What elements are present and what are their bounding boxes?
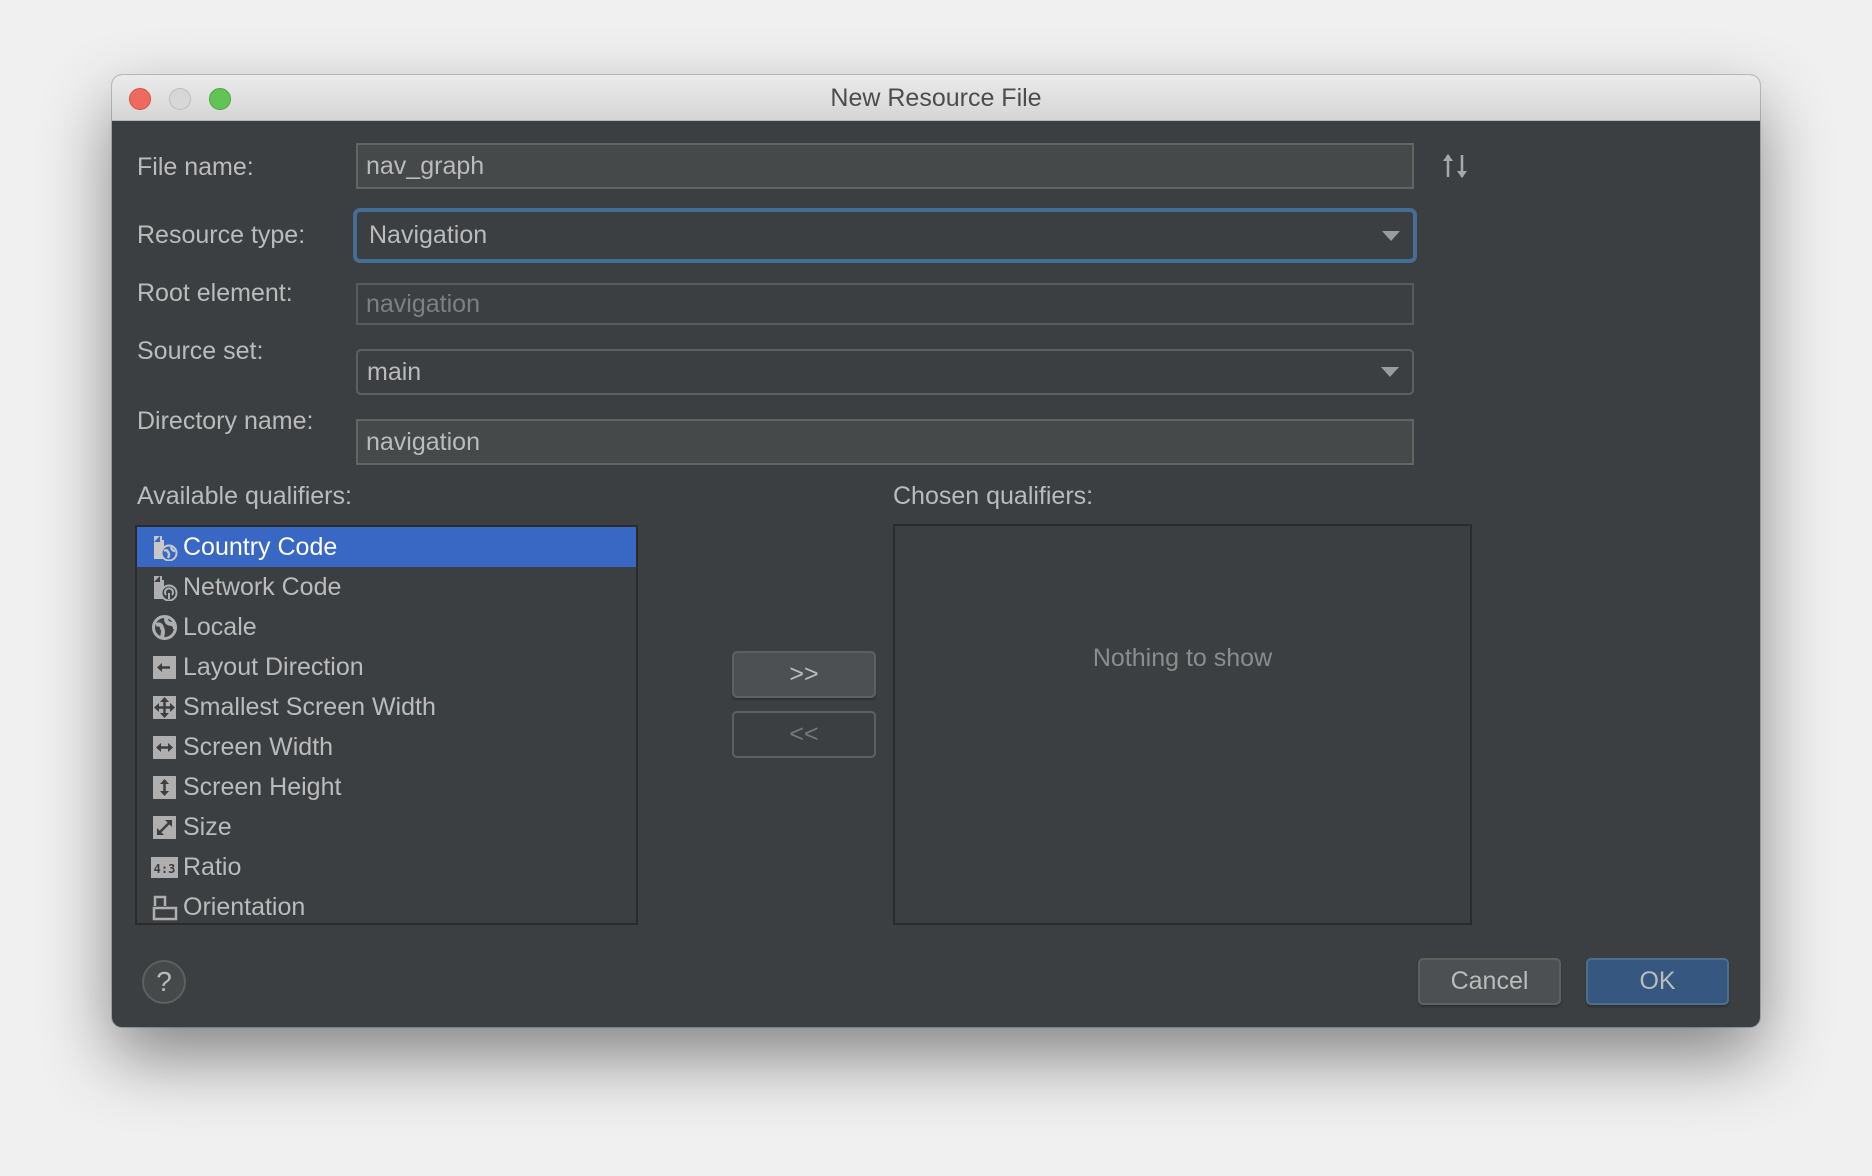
screen-width-icon [153, 735, 176, 759]
chosen-qualifiers-label: Chosen qualifiers: [893, 482, 1094, 510]
globe-icon [152, 614, 177, 640]
directory-name-input[interactable]: navigation [356, 419, 1414, 465]
list-item-network-code[interactable]: Network Code [137, 567, 636, 607]
source-set-dropdown[interactable]: main [356, 349, 1414, 395]
directory-name-value: navigation [366, 427, 480, 456]
file-name-value: nav_graph [366, 151, 485, 180]
resource-type-dropdown[interactable]: Navigation [353, 208, 1417, 263]
title-bar[interactable]: New Resource File [112, 75, 1760, 121]
layout-direction-icon [153, 655, 176, 679]
list-item-label: Screen Width [183, 732, 334, 761]
orientation-icon [152, 895, 178, 920]
file-name-input[interactable]: nav_graph [356, 143, 1414, 189]
root-element-value: navigation [366, 289, 480, 318]
file-name-label: File name: [137, 153, 254, 181]
sort-up-down-icon[interactable] [1440, 151, 1470, 181]
add-qualifier-label: >> [789, 660, 819, 688]
list-item-smallest-screen-width[interactable]: Smallest Screen Width [137, 687, 636, 727]
chevron-down-icon [1381, 367, 1399, 377]
ok-label: OK [1639, 967, 1676, 995]
remove-qualifier-label: << [789, 720, 819, 748]
list-item-label: Smallest Screen Width [183, 692, 436, 721]
add-qualifier-button[interactable]: >> [732, 651, 876, 698]
remove-qualifier-button[interactable]: << [732, 711, 876, 758]
list-item-label: Orientation [183, 892, 306, 921]
list-item-label: Size [183, 812, 232, 841]
smallest-screen-width-icon [153, 695, 176, 719]
ratio-icon: 4:3 [151, 856, 178, 878]
list-item-orientation[interactable]: Orientation [137, 887, 636, 927]
svg-text:4:3: 4:3 [154, 862, 176, 876]
network-code-icon [154, 575, 178, 601]
available-qualifiers-list[interactable]: Country Code Network Code Locale Layout … [135, 525, 638, 925]
empty-list-message: Nothing to show [1092, 644, 1273, 672]
list-item-layout-direction[interactable]: Layout Direction [137, 647, 636, 687]
screen-height-icon [153, 775, 176, 799]
cancel-button[interactable]: Cancel [1418, 958, 1561, 1005]
new-resource-file-dialog: New Resource File File name: nav_graph R… [112, 75, 1760, 1027]
available-qualifiers-label: Available qualifiers: [137, 482, 352, 510]
size-icon [153, 815, 176, 839]
list-item-label: Screen Height [183, 772, 342, 801]
source-set-label: Source set: [137, 337, 264, 365]
list-item-label: Network Code [183, 572, 342, 601]
chosen-qualifiers-list[interactable]: Nothing to show [893, 524, 1472, 925]
resource-type-value: Navigation [369, 221, 488, 249]
list-item-label: Layout Direction [183, 652, 364, 681]
list-item-label: Locale [183, 612, 257, 641]
list-item-label: Ratio [183, 852, 242, 881]
root-element-input: navigation [356, 283, 1414, 325]
directory-name-label: Directory name: [137, 407, 314, 435]
list-item-ratio[interactable]: 4:3 Ratio [137, 847, 636, 887]
cancel-label: Cancel [1450, 967, 1529, 995]
chevron-down-icon [1382, 230, 1400, 241]
window-title: New Resource File [830, 84, 1042, 112]
source-set-value: main [367, 357, 422, 386]
question-mark-icon: ? [156, 966, 172, 997]
list-item-locale[interactable]: Locale [137, 607, 636, 647]
list-item-size[interactable]: Size [137, 807, 636, 847]
root-element-label: Root element: [137, 279, 293, 307]
list-item-label: Country Code [183, 532, 338, 561]
resource-type-label: Resource type: [137, 221, 306, 249]
help-button[interactable]: ? [142, 960, 186, 1004]
ok-button[interactable]: OK [1586, 958, 1729, 1005]
list-item-country-code[interactable]: Country Code [137, 527, 636, 567]
list-item-screen-height[interactable]: Screen Height [137, 767, 636, 807]
list-item-screen-width[interactable]: Screen Width [137, 727, 636, 767]
country-code-icon [154, 535, 178, 561]
